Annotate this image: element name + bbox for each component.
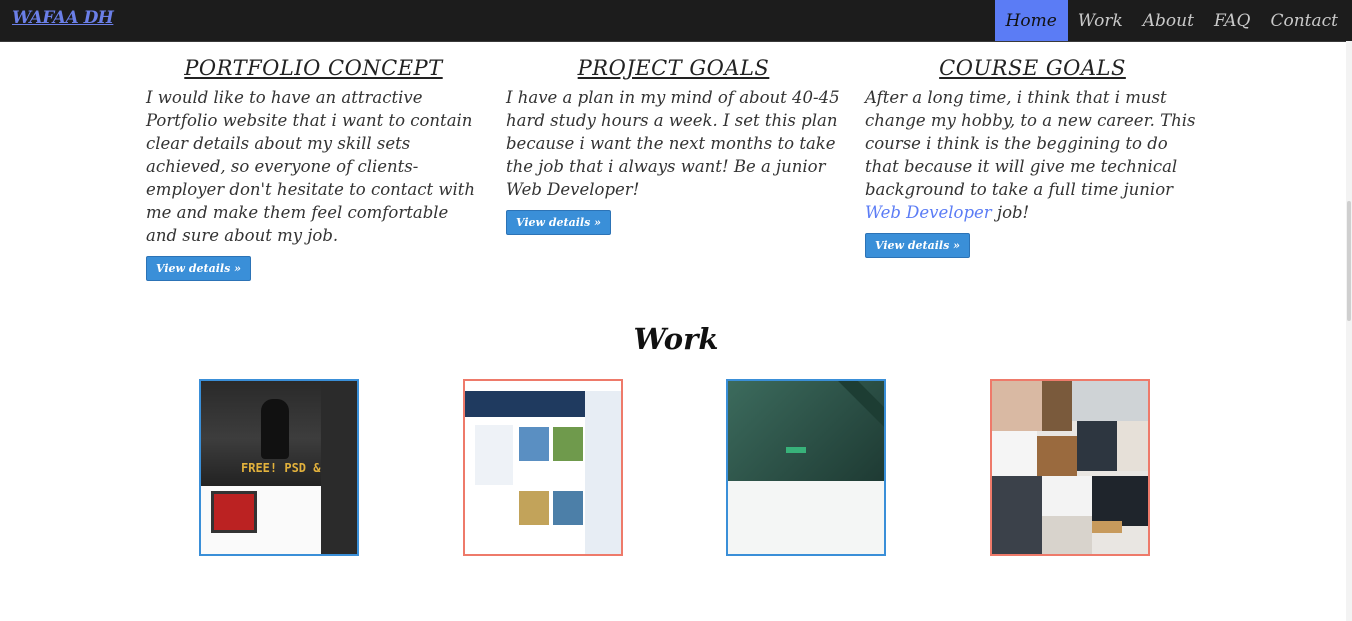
thumbnail-photo (519, 427, 549, 461)
thumbnail-block (1042, 516, 1092, 554)
thumbnail-block (1072, 381, 1148, 421)
work-thumbnail-1[interactable]: FREE! PSD & HTML (199, 379, 359, 556)
view-details-button[interactable]: View details » (865, 233, 970, 258)
scrollbar-thumb[interactable] (1347, 201, 1351, 321)
web-developer-link[interactable]: Web Developer (865, 203, 992, 222)
work-section-title: Work (633, 322, 719, 356)
thumbnail-block (1042, 381, 1072, 431)
thumbnail-content-band (728, 481, 884, 554)
nav-menu: Home Work About FAQ Contact (994, 0, 1348, 41)
thumbnail-right-column (585, 391, 621, 554)
thumbnail-side-panel (321, 381, 357, 554)
column-title: PORTFOLIO CONCEPT (184, 56, 443, 80)
thumbnail-block (992, 381, 1042, 431)
thumbnail-monitor-image (211, 491, 257, 533)
brand-link[interactable]: WAFAA DH (12, 8, 114, 28)
thumbnail-block (1042, 476, 1092, 516)
thumbnail-photo (553, 427, 583, 461)
nav-item-faq[interactable]: FAQ (1204, 0, 1261, 41)
thumbnail-block (1037, 436, 1077, 476)
column-title: COURSE GOALS (939, 56, 1126, 80)
nav-item-about[interactable]: About (1133, 0, 1204, 41)
thumbnail-sidebar (475, 425, 513, 485)
work-thumbnail-4[interactable] (990, 379, 1150, 556)
column-text: I would like to have an attractive Portf… (146, 88, 476, 245)
column-course-goals: COURSE GOALS After a long time, i think … (865, 56, 1200, 258)
thumbnail-block (992, 476, 1042, 554)
work-thumbnail-3[interactable] (726, 379, 886, 556)
column-text: I have a plan in my mind of about 40-45 … (506, 88, 840, 199)
nav-item-work[interactable]: Work (1068, 0, 1133, 41)
thumbnail-photo (519, 491, 549, 525)
thumbnail-block (1077, 421, 1117, 471)
column-portfolio-concept: PORTFOLIO CONCEPT I would like to have a… (146, 56, 481, 281)
thumbnail-block (1092, 521, 1122, 533)
view-details-button[interactable]: View details » (506, 210, 611, 235)
thumbnail-figure (261, 399, 289, 459)
thumbnail-block (1092, 476, 1148, 526)
column-title: PROJECT GOALS (577, 56, 770, 80)
thumbnail-block (992, 431, 1037, 476)
navbar: WAFAA DH Home Work About FAQ Contact (0, 0, 1352, 42)
column-text-after: job! (991, 203, 1030, 222)
column-project-goals: PROJECT GOALS I have a plan in my mind o… (506, 56, 841, 235)
thumbnail-cta (786, 447, 806, 453)
column-text: After a long time, i think that i must c… (865, 86, 1200, 224)
nav-item-contact[interactable]: Contact (1260, 0, 1348, 41)
thumbnail-photo (553, 491, 583, 525)
nav-item-home[interactable]: Home (994, 0, 1068, 41)
work-thumbnail-2[interactable] (463, 379, 623, 556)
view-details-button[interactable]: View details » (146, 256, 251, 281)
thumbnail-nav-band (465, 381, 621, 391)
column-text-before: After a long time, i think that i must c… (865, 88, 1196, 199)
thumbnail-block (1117, 421, 1148, 471)
